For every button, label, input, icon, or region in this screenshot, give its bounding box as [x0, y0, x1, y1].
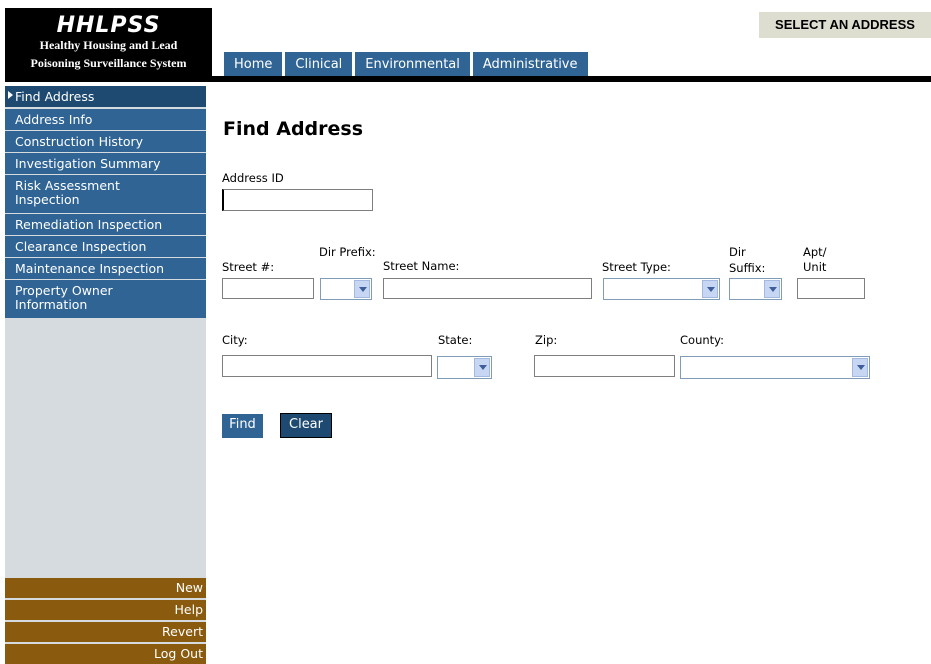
- dir-suffix-select[interactable]: [729, 278, 782, 300]
- apt-unit-input[interactable]: [797, 278, 865, 299]
- sidebar-item-find-address[interactable]: Find Address: [5, 86, 206, 107]
- logo-subtitle-line1: Healthy Housing and Lead: [39, 38, 178, 52]
- page-context-badge: SELECT AN ADDRESS: [759, 12, 931, 38]
- county-label: County:: [680, 333, 724, 347]
- apt-unit-label-line2: Unit: [803, 260, 827, 274]
- dir-prefix-select[interactable]: [320, 278, 372, 300]
- chevron-down-icon: [852, 358, 868, 377]
- chevron-down-icon: [354, 280, 370, 298]
- sidebar-revert-button[interactable]: Revert: [5, 622, 206, 642]
- header-divider: [212, 76, 931, 82]
- sidebar-logout-button[interactable]: Log Out: [5, 644, 206, 664]
- tab-administrative[interactable]: Administrative: [472, 52, 588, 78]
- street-number-label: Street #:: [222, 260, 275, 274]
- dir-suffix-label-line1: Dir: [729, 245, 746, 259]
- top-nav-tabs: Home Clinical Environmental Administrati…: [224, 52, 591, 78]
- sidebar-item-label: Risk Assessment Inspection: [15, 178, 120, 207]
- address-id-label: Address ID: [222, 171, 284, 185]
- street-type-select[interactable]: [603, 278, 720, 300]
- city-input[interactable]: [222, 355, 432, 377]
- dir-suffix-label-line2: Suffix:: [729, 261, 766, 275]
- tab-environmental[interactable]: Environmental: [355, 52, 470, 78]
- app-logo: HHLPSS Healthy Housing and Lead Poisonin…: [5, 8, 212, 82]
- county-select[interactable]: [680, 356, 870, 379]
- logo-subtitle-line2: Poisoning Surveillance System: [30, 56, 187, 70]
- chevron-down-icon: [702, 280, 718, 298]
- logo-title: HHLPSS: [56, 13, 161, 38]
- clear-button[interactable]: Clear: [280, 413, 332, 438]
- zip-label: Zip:: [535, 333, 558, 347]
- sidebar-item-investigation-summary[interactable]: Investigation Summary: [5, 153, 206, 174]
- sidebar-item-label: Investigation Summary: [15, 156, 161, 171]
- sidebar-item-label: Clearance Inspection: [15, 239, 147, 254]
- sidebar-help-button[interactable]: Help: [5, 600, 206, 620]
- sidebar-item-remediation-inspection[interactable]: Remediation Inspection: [5, 214, 206, 235]
- sidebar-item-address-info[interactable]: Address Info: [5, 109, 206, 130]
- sidebar-item-risk-assessment-inspection[interactable]: Risk Assessment Inspection: [5, 175, 206, 213]
- chevron-down-icon: [764, 280, 780, 298]
- active-arrow-icon: [8, 91, 13, 99]
- sidebar-item-construction-history[interactable]: Construction History: [5, 131, 206, 152]
- sidebar-item-property-owner-information[interactable]: Property Owner Information: [5, 280, 206, 318]
- tab-home[interactable]: Home: [224, 52, 283, 78]
- tab-clinical[interactable]: Clinical: [285, 52, 353, 78]
- dir-prefix-label: Dir Prefix:: [319, 245, 376, 259]
- sidebar-item-label: Maintenance Inspection: [15, 261, 165, 276]
- page-title: Find Address: [223, 118, 364, 140]
- find-button[interactable]: Find: [222, 414, 263, 438]
- chevron-down-icon: [474, 358, 490, 377]
- street-name-label: Street Name:: [383, 259, 460, 273]
- address-id-input[interactable]: [222, 189, 373, 211]
- city-label: City:: [222, 333, 248, 347]
- state-label: State:: [438, 333, 473, 347]
- sidebar-item-maintenance-inspection[interactable]: Maintenance Inspection: [5, 258, 206, 279]
- sidebar-item-label: Find Address: [15, 89, 95, 104]
- street-type-label: Street Type:: [602, 260, 671, 274]
- street-number-input[interactable]: [222, 278, 314, 299]
- apt-unit-label-line1: Apt/: [803, 245, 827, 259]
- state-select[interactable]: [437, 356, 492, 379]
- sidebar: Find Address Address Info Construction H…: [5, 86, 206, 664]
- sidebar-new-button[interactable]: New: [5, 578, 206, 598]
- sidebar-item-label: Remediation Inspection: [15, 217, 163, 232]
- sidebar-item-label: Address Info: [15, 112, 93, 127]
- street-name-input[interactable]: [383, 278, 592, 299]
- sidebar-item-label: Construction History: [15, 134, 144, 149]
- sidebar-item-clearance-inspection[interactable]: Clearance Inspection: [5, 236, 206, 257]
- sidebar-item-label: Property Owner Information: [15, 283, 113, 312]
- zip-input[interactable]: [534, 355, 675, 377]
